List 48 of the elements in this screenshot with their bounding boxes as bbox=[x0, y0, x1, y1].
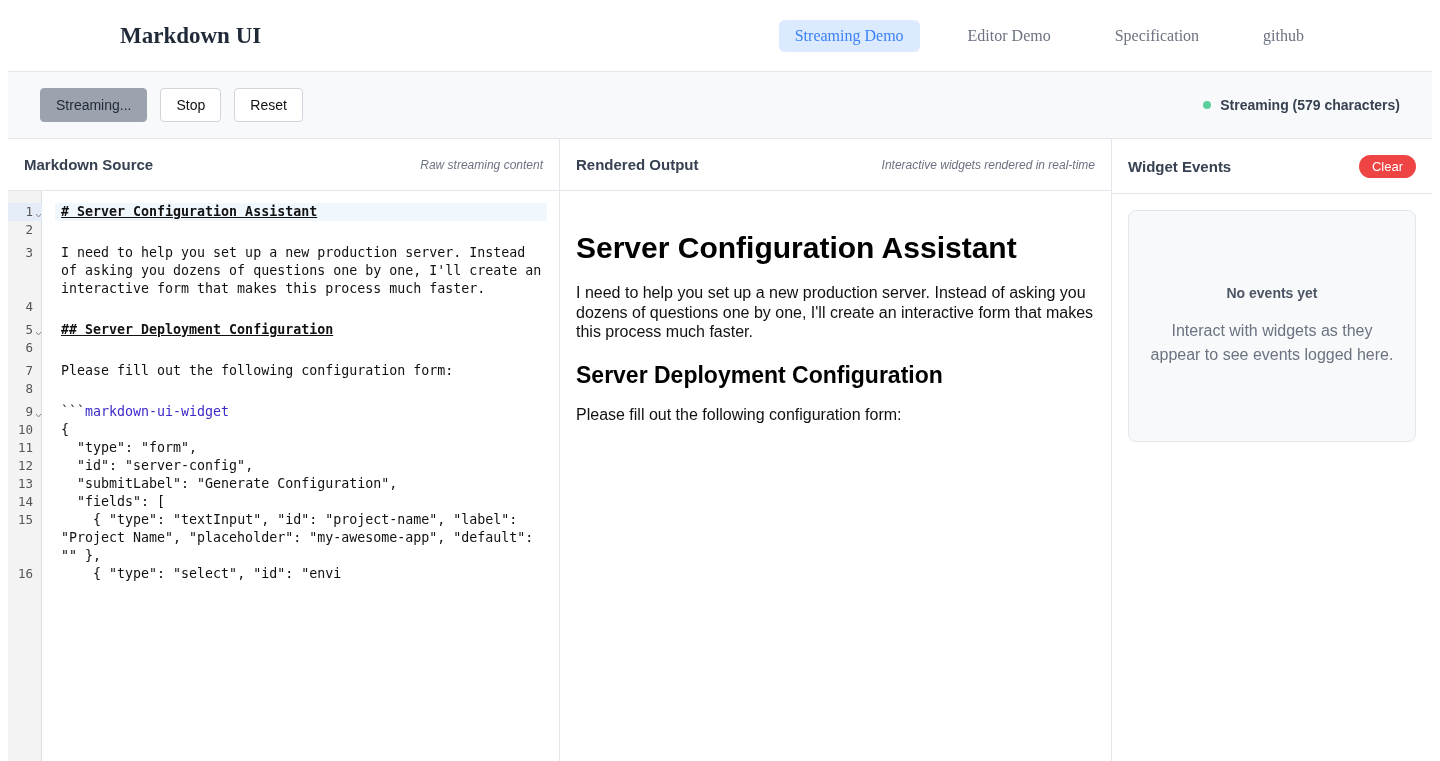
code-line: "submitLabel": "Generate Configuration", bbox=[76, 476, 398, 491]
line-number: 5 bbox=[25, 321, 33, 339]
line-number: 6 bbox=[25, 339, 33, 357]
panel-title: Markdown Source bbox=[24, 156, 154, 173]
code-line: I need to help you set up a new production server. Instead of asking you dozens of questions one by one, I'll create an interactive form that makes this process much faster. bbox=[61, 245, 543, 296]
line-number: 7 bbox=[25, 362, 33, 380]
nav-link[interactable]: Specification bbox=[1098, 19, 1216, 52]
code-line: ```markdown-ui-widget bbox=[61, 404, 230, 419]
panel-title: Widget Events bbox=[1128, 157, 1232, 175]
line-number: 2 bbox=[25, 221, 33, 239]
code-line: ## Server Deployment Configuration bbox=[61, 322, 334, 337]
line-number: 13 bbox=[17, 475, 33, 493]
empty-message: Interact with widgets as they appear to see events logged here. bbox=[1149, 321, 1395, 365]
line-number: 11 bbox=[17, 439, 33, 457]
app-title: Markdown UI bbox=[120, 22, 262, 49]
paragraph: Please fill out the following configuration form: bbox=[576, 404, 903, 424]
panel-subtitle: Interactive widgets rendered in real-time bbox=[881, 157, 1095, 172]
line-number: 4 bbox=[25, 298, 33, 316]
code-line: "type": "form", bbox=[76, 440, 198, 455]
paragraph: I need to help you set up a new production server. Instead of asking you dozens of questions one by one, I'll create an interactive form that makes this process much faster. bbox=[576, 283, 1095, 342]
heading: Server Deployment Configuration bbox=[576, 361, 944, 389]
line-number: 10 bbox=[17, 421, 33, 439]
line-number: 12 bbox=[17, 457, 33, 475]
code-line: Please fill out the following configuration form: bbox=[61, 363, 454, 378]
heading: Server Configuration Assistant bbox=[576, 231, 1018, 265]
line-number: 9 bbox=[25, 403, 33, 421]
status-text: Streaming (579 characters) bbox=[1220, 97, 1400, 113]
toolbar-button[interactable]: Reset bbox=[234, 88, 303, 122]
code-line: { bbox=[61, 422, 69, 437]
line-number: 1 bbox=[25, 203, 33, 221]
code-line: { "type": "textInput", "id": "project-name", "label": "Project Name", "placeholder": "my-awesome-app", "default": "" }, bbox=[61, 512, 535, 563]
panel-title: Rendered Output bbox=[576, 156, 699, 173]
code-line: "fields": [ bbox=[76, 494, 166, 509]
line-number: 8 bbox=[25, 380, 33, 398]
line-number: 16 bbox=[17, 565, 33, 583]
line-number: 3 bbox=[25, 244, 33, 262]
nav-link[interactable]: Streaming Demo bbox=[778, 19, 920, 52]
nav-link[interactable]: Editor Demo bbox=[951, 19, 1067, 52]
panel-subtitle: Raw streaming content bbox=[420, 157, 543, 172]
line-number: 15 bbox=[17, 511, 33, 529]
toolbar-button[interactable]: Stop bbox=[160, 88, 222, 122]
line-number: 14 bbox=[17, 493, 33, 511]
code-line: # Server Configuration Assistant bbox=[61, 204, 318, 219]
code-line: "id": "server-config", bbox=[76, 458, 254, 473]
empty-title: No events yet bbox=[1226, 285, 1318, 301]
code-line: { "type": "select", "id": "envi bbox=[92, 566, 342, 581]
clear-button[interactable]: Clear bbox=[1358, 154, 1416, 178]
nav-link[interactable]: github bbox=[1247, 19, 1320, 52]
